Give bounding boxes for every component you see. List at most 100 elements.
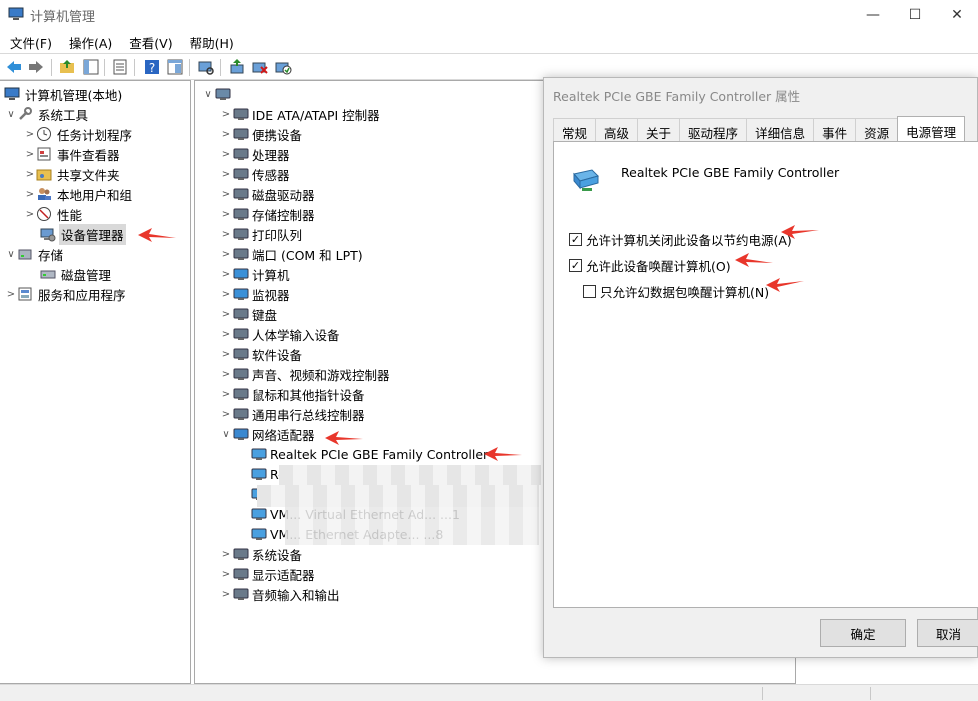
chevron-right-icon[interactable]: > xyxy=(219,309,233,320)
tab-advanced[interactable]: 高级 xyxy=(595,118,639,142)
update-driver-icon[interactable] xyxy=(228,58,246,76)
device-tree-item[interactable]: > 处理器 xyxy=(219,144,290,164)
tab-events[interactable]: 事件 xyxy=(813,118,857,142)
menu-action[interactable]: 操作(A) xyxy=(59,30,119,52)
option-magic-packet-only[interactable]: 只允许幻数据包唤醒计算机(N) xyxy=(583,282,769,301)
device-tree-item[interactable]: > 端口 (COM 和 LPT) xyxy=(219,244,363,264)
chevron-right-icon[interactable]: > xyxy=(219,129,233,140)
console-icon[interactable] xyxy=(166,58,184,76)
device-tree-item[interactable]: > 通用串行总线控制器 xyxy=(219,404,365,424)
chevron-right-icon[interactable]: > xyxy=(219,229,233,240)
checkbox-magic-packet-only[interactable] xyxy=(583,285,596,298)
chevron-right-icon[interactable]: > xyxy=(219,109,233,120)
tab-general[interactable]: 常规 xyxy=(553,118,597,142)
device-tree-item[interactable]: Realtek PCIe GBE Family Controller xyxy=(239,444,488,464)
back-arrow-icon[interactable] xyxy=(5,58,23,76)
chevron-right-icon[interactable]: > xyxy=(219,149,233,160)
checkbox-allow-wake[interactable]: ✓ xyxy=(569,259,582,272)
forward-arrow-icon[interactable] xyxy=(27,58,45,76)
window-title: 计算机管理 xyxy=(30,10,96,25)
enable-device-icon[interactable] xyxy=(274,58,292,76)
tree-item-system-tools[interactable]: ∨ 系统工具 xyxy=(5,104,90,124)
tree-item-device-manager[interactable]: 设备管理器 xyxy=(36,223,126,245)
scan-hardware-icon[interactable] xyxy=(197,58,215,76)
maximize-button[interactable]: ☐ xyxy=(892,0,938,30)
help-icon[interactable]: ? xyxy=(143,58,161,76)
device-tree-item[interactable]: > 显示适配器 xyxy=(219,564,315,584)
up-folder-icon[interactable] xyxy=(58,58,76,76)
device-tree-item[interactable]: > 磁盘驱动器 xyxy=(219,184,315,204)
device-tree-item[interactable]: > IDE ATA/ATAPI 控制器 xyxy=(219,104,380,124)
chevron-down-icon[interactable]: ∨ xyxy=(219,429,233,440)
chevron-right-icon[interactable]: > xyxy=(219,289,233,300)
device-tree-item[interactable]: ∨ 网络适配器 xyxy=(219,424,314,444)
tab-power-management[interactable]: 电源管理 xyxy=(897,116,966,142)
tree-item-shared-folders[interactable]: > 共享文件夹 xyxy=(24,164,122,184)
device-tree-item[interactable]: > 存储控制器 xyxy=(219,204,315,224)
show-tree-icon[interactable] xyxy=(82,58,100,76)
device-tree-item[interactable]: > 便携设备 xyxy=(219,124,302,144)
chevron-right-icon[interactable]: > xyxy=(219,349,233,360)
tree-item-performance[interactable]: > 性能 xyxy=(24,204,84,224)
tab-details[interactable]: 详细信息 xyxy=(746,118,815,142)
minimize-button[interactable]: — xyxy=(850,0,896,30)
ok-button[interactable]: 确定 xyxy=(820,619,906,647)
device-tree-item[interactable]: > 系统设备 xyxy=(219,544,302,564)
chevron-right-icon[interactable]: > xyxy=(219,589,233,600)
tree-item-services-apps[interactable]: > 服务和应用程序 xyxy=(5,284,128,304)
chevron-down-icon[interactable]: ∨ xyxy=(5,109,17,120)
menu-view[interactable]: 查看(V) xyxy=(119,30,179,52)
chevron-right-icon[interactable]: > xyxy=(219,189,233,200)
chevron-right-icon[interactable]: > xyxy=(219,329,233,340)
menu-help[interactable]: 帮助(H) xyxy=(180,30,241,52)
device-tree-item[interactable]: > 打印队列 xyxy=(219,224,302,244)
chevron-right-icon[interactable]: > xyxy=(24,129,36,140)
device-tree-item[interactable]: > 软件设备 xyxy=(219,344,302,364)
checkbox-allow-power-off[interactable]: ✓ xyxy=(569,233,582,246)
uninstall-device-icon[interactable] xyxy=(251,58,269,76)
chevron-right-icon[interactable]: > xyxy=(24,169,36,180)
device-tree-item[interactable]: > 传感器 xyxy=(219,164,290,184)
chevron-down-icon[interactable]: ∨ xyxy=(5,249,17,260)
chevron-right-icon[interactable]: > xyxy=(219,169,233,180)
device-tree-item[interactable]: > 鼠标和其他指针设备 xyxy=(219,384,365,404)
chevron-right-icon[interactable]: > xyxy=(219,389,233,400)
option-allow-wake[interactable]: ✓ 允许此设备唤醒计算机(O) xyxy=(569,256,731,275)
chevron-right-icon[interactable]: > xyxy=(219,549,233,560)
tree-item-local-users[interactable]: > 本地用户和组 xyxy=(24,184,134,204)
chevron-right-icon[interactable]: > xyxy=(219,269,233,280)
chevron-right-icon[interactable]: > xyxy=(24,149,36,160)
device-tree-item[interactable]: > 人体学输入设备 xyxy=(219,324,340,344)
tab-about[interactable]: 关于 xyxy=(637,118,681,142)
network-card-icon xyxy=(251,448,267,460)
option-allow-power-off[interactable]: ✓ 允许计算机关闭此设备以节约电源(A) xyxy=(569,230,792,249)
tree-item-task-scheduler[interactable]: > 任务计划程序 xyxy=(24,124,134,144)
tab-resources[interactable]: 资源 xyxy=(855,118,899,142)
device-tree-item[interactable]: ∨ xyxy=(201,84,234,104)
chevron-right-icon[interactable]: > xyxy=(24,189,36,200)
mouse-icon xyxy=(233,388,249,400)
cancel-button[interactable]: 取消 xyxy=(917,619,978,647)
chevron-right-icon[interactable]: > xyxy=(219,369,233,380)
menu-file[interactable]: 文件(F) xyxy=(0,30,59,52)
chevron-right-icon[interactable]: > xyxy=(219,409,233,420)
chevron-right-icon[interactable]: > xyxy=(219,569,233,580)
tab-driver[interactable]: 驱动程序 xyxy=(679,118,748,142)
status-bar xyxy=(0,684,978,701)
device-tree-item[interactable]: > 音频输入和输出 xyxy=(219,584,340,604)
chevron-right-icon[interactable]: > xyxy=(219,209,233,220)
device-tree-item[interactable]: > 监视器 xyxy=(219,284,290,304)
device-tree-item[interactable]: > 键盘 xyxy=(219,304,277,324)
device-tree-item[interactable]: > 声音、视频和游戏控制器 xyxy=(219,364,390,384)
chevron-right-icon[interactable]: > xyxy=(5,289,17,300)
chevron-right-icon[interactable]: > xyxy=(219,249,233,260)
tree-item-event-viewer[interactable]: > 事件查看器 xyxy=(24,144,122,164)
tree-item-computer-management[interactable]: 计算机管理(本地) xyxy=(4,84,124,104)
properties-icon[interactable] xyxy=(111,58,129,76)
close-button[interactable]: ✕ xyxy=(934,0,978,30)
tree-item-storage[interactable]: ∨ 存储 xyxy=(5,244,65,264)
tree-item-disk-management[interactable]: 磁盘管理 xyxy=(36,264,113,284)
chevron-down-icon[interactable]: ∨ xyxy=(201,89,215,100)
device-tree-item[interactable]: > 计算机 xyxy=(219,264,290,284)
chevron-right-icon[interactable]: > xyxy=(24,209,36,220)
